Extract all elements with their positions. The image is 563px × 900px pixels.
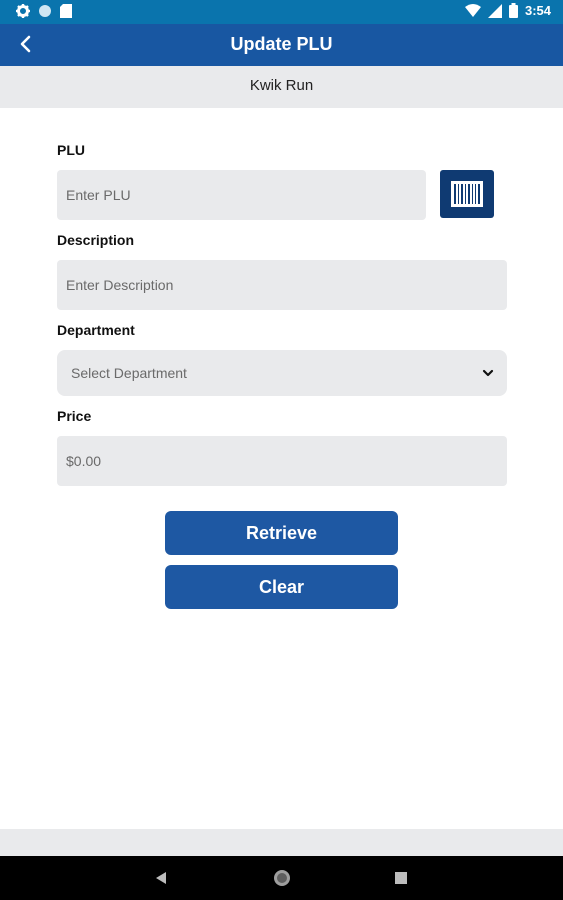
nav-home-icon[interactable] [272, 868, 292, 888]
barcode-icon [451, 181, 483, 207]
price-input[interactable]: $0.00 [57, 436, 507, 486]
status-bar: 3:54 [0, 0, 563, 24]
plu-input[interactable]: Enter PLU [57, 170, 426, 220]
department-select[interactable]: Select Department [57, 350, 507, 396]
sd-card-icon [60, 4, 72, 18]
store-name: Kwik Run [0, 66, 563, 108]
description-label: Description [57, 232, 135, 248]
page-title: Update PLU [230, 34, 333, 54]
status-time: 3:54 [524, 3, 551, 18]
clear-button[interactable]: Clear [165, 565, 398, 609]
system-nav-bar [0, 856, 563, 900]
department-label: Department [57, 322, 135, 338]
battery-icon [508, 3, 518, 18]
plu-label: PLU [57, 142, 85, 158]
settings-icon [16, 4, 30, 18]
price-label: Price [57, 408, 92, 424]
wifi-icon [464, 3, 481, 17]
signal-icon [487, 3, 502, 18]
circle-icon [39, 5, 51, 17]
retrieve-button[interactable]: Retrieve [165, 511, 398, 555]
scan-barcode-button[interactable] [440, 170, 494, 218]
chevron-down-icon [482, 369, 494, 377]
nav-back-icon[interactable] [153, 870, 169, 886]
department-select-value: Select Department [71, 365, 187, 381]
app-bar: Update PLU [0, 24, 563, 66]
nav-recents-icon[interactable] [395, 872, 407, 884]
description-input[interactable]: Enter Description [57, 260, 507, 310]
bottom-strip [0, 829, 563, 856]
